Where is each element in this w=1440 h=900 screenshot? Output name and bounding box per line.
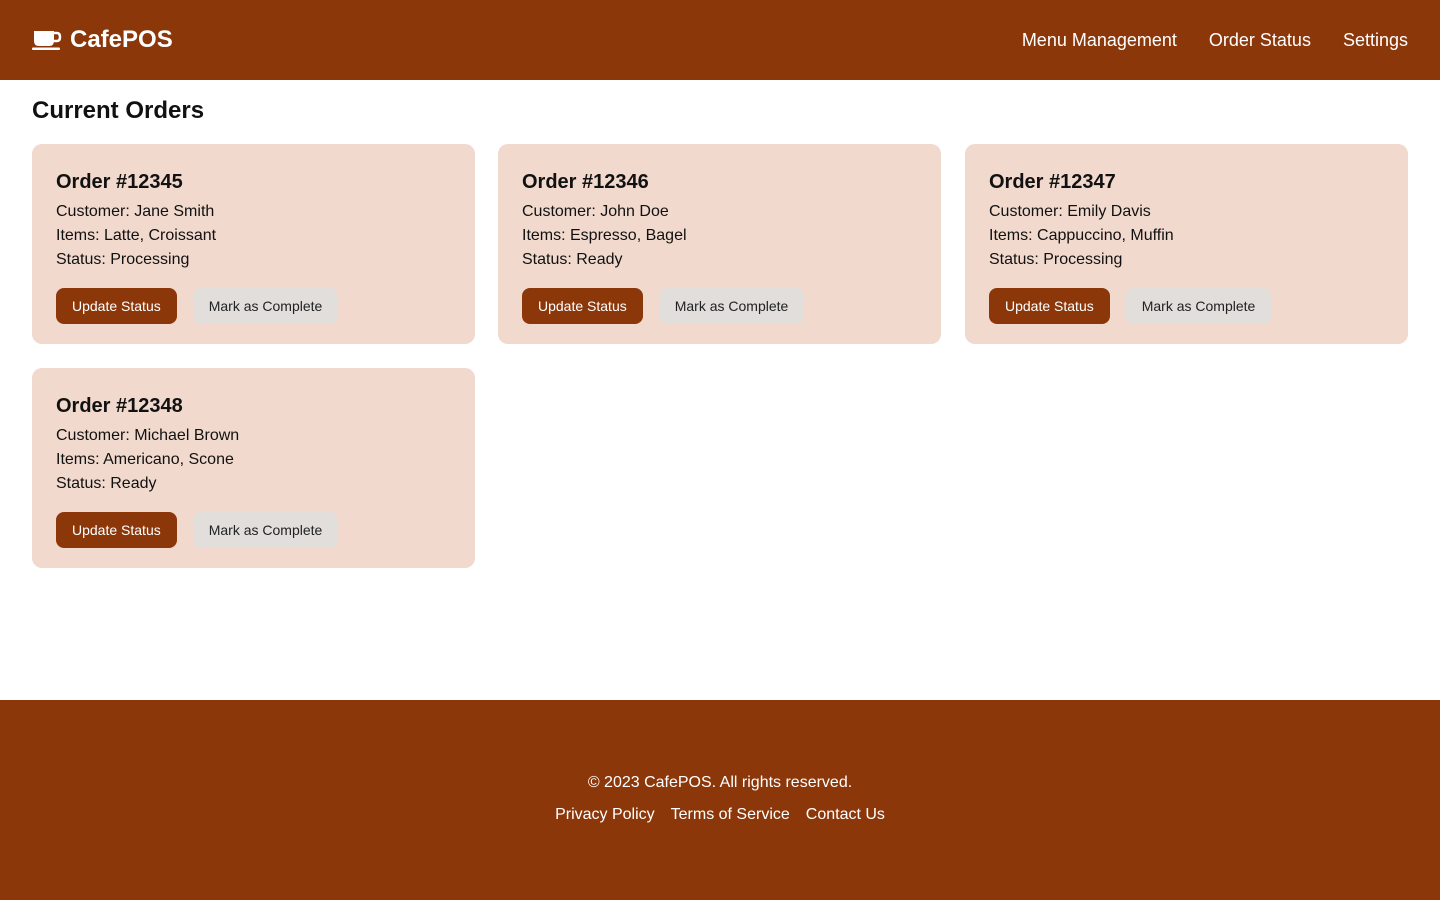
mark-complete-button[interactable]: Mark as Complete <box>658 288 805 324</box>
order-items: Items: Cappuccino, Muffin <box>989 227 1174 244</box>
footer: © 2023 CafePOS. All rights reserved. Pri… <box>0 700 1440 900</box>
footer-link-terms[interactable]: Terms of Service <box>671 806 790 824</box>
update-status-button[interactable]: Update Status <box>522 288 643 324</box>
top-bar: CafePOS Menu Management Order Status Set… <box>0 0 1440 80</box>
order-card: Order #12346 Customer: John Doe Items: E… <box>498 144 941 344</box>
footer-link-privacy[interactable]: Privacy Policy <box>555 806 655 824</box>
order-title: Order #12346 <box>522 171 649 193</box>
order-card: Order #12347 Customer: Emily Davis Items… <box>965 144 1408 344</box>
order-customer: Customer: John Doe <box>522 203 669 220</box>
order-card: Order #12348 Customer: Michael Brown Ite… <box>32 368 475 568</box>
update-status-button[interactable]: Update Status <box>989 288 1110 324</box>
order-customer: Customer: Jane Smith <box>56 203 215 220</box>
main-nav: Menu Management Order Status Settings <box>990 30 1408 51</box>
mark-complete-button[interactable]: Mark as Complete <box>192 288 339 324</box>
update-status-button[interactable]: Update Status <box>56 288 177 324</box>
order-items: Items: Latte, Croissant <box>56 227 217 244</box>
coffee-cup-icon <box>32 29 62 51</box>
order-actions: Update Status Mark as Complete <box>989 288 1384 324</box>
order-items: Items: Espresso, Bagel <box>522 227 687 244</box>
order-status: Status: Ready <box>56 475 157 492</box>
order-actions: Update Status Mark as Complete <box>522 288 917 324</box>
order-title: Order #12347 <box>989 171 1116 193</box>
nav-menu-management[interactable]: Menu Management <box>1022 30 1177 51</box>
footer-links: Privacy Policy Terms of Service Contact … <box>0 806 1440 824</box>
page-title: Current Orders <box>32 97 205 124</box>
order-status: Status: Processing <box>56 251 190 268</box>
order-actions: Update Status Mark as Complete <box>56 288 451 324</box>
order-status: Status: Ready <box>522 251 623 268</box>
update-status-button[interactable]: Update Status <box>56 512 177 548</box>
order-items: Items: Americano, Scone <box>56 451 234 468</box>
order-actions: Update Status Mark as Complete <box>56 512 451 548</box>
order-card: Order #12345 Customer: Jane Smith Items:… <box>32 144 475 344</box>
order-title: Order #12348 <box>56 395 183 417</box>
footer-link-contact[interactable]: Contact Us <box>806 806 885 824</box>
mark-complete-button[interactable]: Mark as Complete <box>192 512 339 548</box>
order-customer: Customer: Emily Davis <box>989 203 1151 220</box>
mark-complete-button[interactable]: Mark as Complete <box>1125 288 1272 324</box>
copyright-text: © 2023 CafePOS. All rights reserved. <box>587 774 853 791</box>
nav-settings[interactable]: Settings <box>1343 30 1408 51</box>
brand-name: CafePOS <box>70 26 173 53</box>
order-status: Status: Processing <box>989 251 1123 268</box>
order-customer: Customer: Michael Brown <box>56 427 240 444</box>
nav-order-status[interactable]: Order Status <box>1209 30 1311 51</box>
order-title: Order #12345 <box>56 171 183 193</box>
brand-logo[interactable]: CafePOS <box>32 26 173 54</box>
